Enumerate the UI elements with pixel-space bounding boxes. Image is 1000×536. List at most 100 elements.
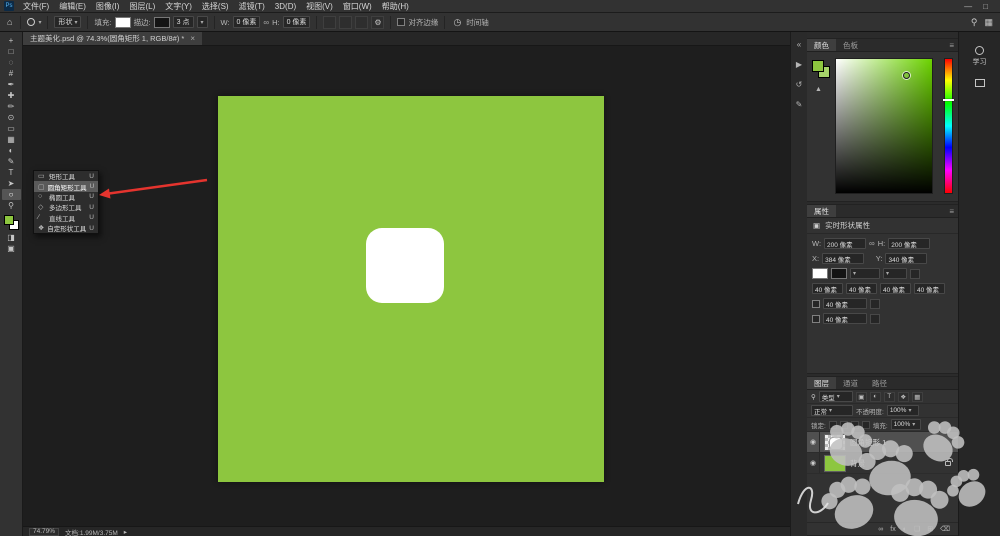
zoom-level-field[interactable]: 74.79% [29, 527, 60, 536]
layer-name[interactable]: 背景 [850, 458, 865, 469]
shape-width-field[interactable]: 0 像素 [232, 16, 261, 28]
collapse-dock-icon[interactable]: « [797, 40, 801, 49]
radius-bottom-left-field[interactable]: 40 像素 [880, 283, 911, 294]
zoom-tool[interactable]: ⚲ [2, 200, 21, 211]
foreground-color-swatch[interactable] [3, 215, 14, 225]
flyout-item-custom-shape-tool[interactable]: ❖ 自定形状工具 U [34, 223, 98, 234]
status-caret-icon[interactable]: ▸ [124, 528, 127, 536]
crop-tool[interactable]: # [2, 68, 21, 79]
path-selection-tool[interactable]: ➤ [2, 178, 21, 189]
prop-stroke-width-field[interactable]: ▾ [850, 268, 880, 279]
layer-filter-dropdown[interactable]: 类型 ▾ [818, 391, 853, 402]
stroke-type-dropdown[interactable]: ▾ [196, 16, 208, 28]
menu-layer[interactable]: 图层(L) [124, 0, 160, 13]
radius-options-icon[interactable] [870, 298, 880, 309]
menu-view[interactable]: 视图(V) [301, 0, 338, 13]
layer-row-background[interactable]: ◉ 背景 [807, 453, 958, 474]
adjustment-layer-icon[interactable]: ◐ [903, 526, 907, 533]
blend-mode-dropdown[interactable]: 正常 ▾ [811, 405, 853, 416]
lock-transparency-icon[interactable] [828, 420, 837, 429]
layer-style-icon[interactable]: fx [890, 526, 895, 533]
stroke-swatch[interactable] [153, 16, 170, 28]
filter-shape-layers-icon[interactable]: ❖ [897, 391, 909, 402]
filter-smart-objects-icon[interactable]: ▦ [911, 391, 923, 402]
prop-height-field[interactable]: 200 像素 [888, 238, 931, 249]
home-icon[interactable]: ⌂ [5, 17, 14, 27]
prop-stroke-type-dropdown[interactable]: ▾ [883, 268, 907, 279]
workspace-icon[interactable]: ▦ [982, 17, 995, 28]
rounded-rectangle-shape[interactable] [366, 228, 444, 303]
menu-window[interactable]: 窗口(W) [338, 0, 377, 13]
eyedropper-tool[interactable]: ✒ [2, 79, 21, 90]
app-logo[interactable]: Ps [4, 1, 14, 11]
flyout-item-ellipse-tool[interactable]: ○ 椭圆工具 U [34, 192, 98, 202]
link-dimensions-icon[interactable]: ∞ [263, 18, 269, 27]
filter-type-layers-icon[interactable]: T [883, 391, 895, 402]
tool-mode-dropdown[interactable]: 形状 ▾ [54, 16, 82, 28]
align-edges-checkbox[interactable] [397, 18, 406, 26]
brush-tool[interactable]: ✏ [2, 101, 21, 112]
filter-pixel-layers-icon[interactable]: ▣ [855, 391, 867, 402]
layer-search-icon[interactable]: ⚲ [811, 393, 816, 401]
layer-thumbnail[interactable] [824, 454, 846, 472]
prop-width-field[interactable]: 200 像素 [824, 238, 867, 249]
tab-paths[interactable]: 路径 [865, 377, 894, 389]
flyout-item-rounded-rectangle-tool[interactable]: ▢ 圆角矩形工具 U [34, 181, 98, 192]
shape-settings-icon[interactable]: ⚙ [371, 15, 385, 29]
menu-filter[interactable]: 滤镜(T) [234, 0, 270, 13]
layer-name[interactable]: 圆角矩形 1 [850, 437, 886, 448]
filter-adjustment-layers-icon[interactable]: ◐ [869, 391, 881, 402]
move-tool[interactable]: + [2, 35, 21, 46]
pen-tool[interactable]: ✎ [2, 156, 21, 167]
radius-link-checkbox-2[interactable] [812, 314, 820, 323]
tab-swatches[interactable]: 色板 [836, 39, 865, 51]
fill-opacity-field[interactable]: 100% ▾ [890, 419, 921, 430]
dodge-tool[interactable]: ◐ [2, 145, 21, 156]
document-canvas[interactable] [218, 96, 604, 482]
shape-tool[interactable]: ○ [1, 189, 21, 200]
marquee-tool[interactable]: □ [2, 46, 21, 57]
hue-slider-marker[interactable] [943, 99, 954, 102]
menu-image[interactable]: 图像(I) [91, 0, 125, 13]
path-arrange-icon[interactable] [355, 15, 369, 29]
lock-all-icon[interactable] [861, 420, 870, 429]
history-icon[interactable]: ↺ [796, 80, 803, 89]
tab-layers[interactable]: 图层 [807, 377, 836, 389]
type-tool[interactable]: T [2, 167, 21, 178]
radius-options-icon-2[interactable] [870, 313, 880, 324]
search-icon[interactable]: ⚲ [969, 17, 980, 28]
screen-mode-icon[interactable]: ▣ [2, 243, 21, 254]
visibility-eye-icon[interactable]: ◉ [807, 453, 820, 473]
menu-edit[interactable]: 编辑(E) [54, 0, 91, 13]
actions-icon[interactable]: ▶ [796, 60, 802, 69]
delete-layer-icon[interactable]: ⌫ [940, 525, 950, 533]
background-lock-icon[interactable] [945, 457, 953, 466]
panel-foreground-swatch[interactable] [812, 60, 824, 72]
clone-stamp-tool[interactable]: ⊙ [2, 112, 21, 123]
flyout-item-rectangle-tool[interactable]: ▭ 矩形工具 U [34, 171, 98, 182]
timeline-label[interactable]: 时间轴 [466, 17, 489, 28]
tab-color[interactable]: 颜色 [807, 39, 836, 51]
timeline-icon[interactable]: ◷ [451, 17, 463, 28]
opacity-field[interactable]: 100% ▾ [886, 405, 919, 416]
gradient-tool[interactable]: ▦ [2, 134, 21, 145]
learn-button[interactable]: 学习 [973, 46, 987, 67]
quick-mask-icon[interactable]: ◨ [2, 232, 21, 243]
panel-menu-icon[interactable]: ≡ [945, 39, 958, 51]
current-tool-icon[interactable] [27, 18, 36, 26]
eraser-tool[interactable]: ▭ [2, 123, 21, 134]
tab-channels[interactable]: 通道 [836, 377, 865, 389]
layer-row-rounded-rectangle[interactable]: ◉ 圆角矩形 1 [807, 432, 958, 453]
menu-type[interactable]: 文字(Y) [160, 0, 197, 13]
prop-fill-swatch[interactable] [812, 268, 828, 279]
menu-3d[interactable]: 3D(D) [270, 0, 301, 13]
menu-select[interactable]: 选择(S) [197, 0, 234, 13]
libraries-button[interactable] [974, 79, 985, 87]
fill-swatch[interactable] [114, 16, 131, 28]
restore-button[interactable]: □ [983, 2, 988, 11]
lock-position-icon[interactable] [850, 420, 859, 429]
prop-stroke-swatch[interactable] [831, 268, 847, 279]
new-group-icon[interactable]: ❏ [914, 525, 920, 533]
lock-pixels-icon[interactable] [839, 420, 848, 429]
menu-help[interactable]: 帮助(H) [377, 0, 414, 13]
